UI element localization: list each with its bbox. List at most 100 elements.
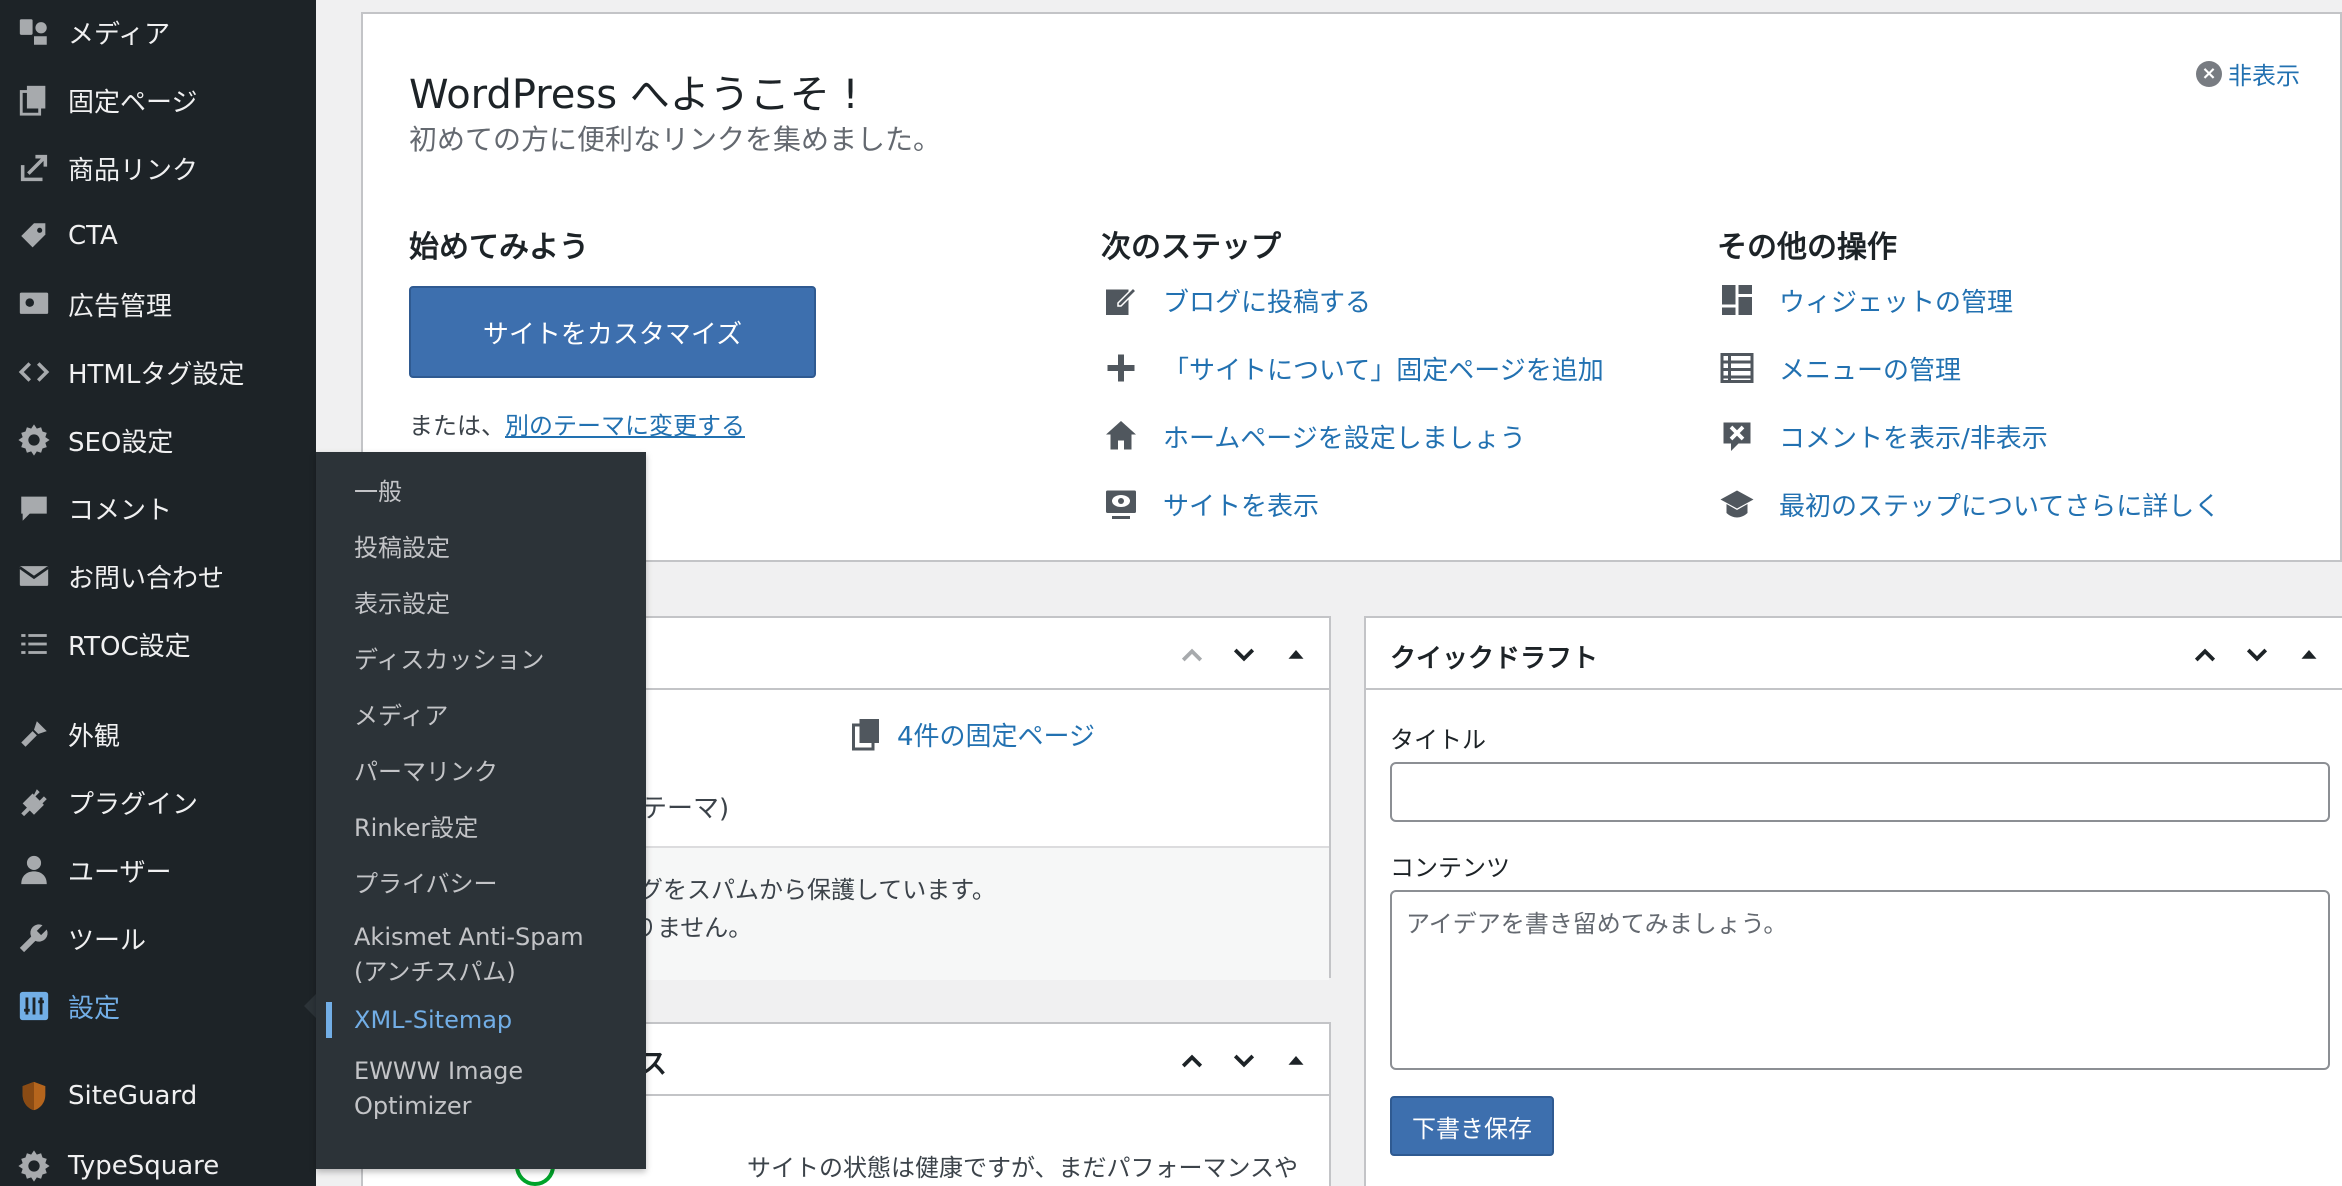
wrench-icon bbox=[0, 921, 68, 955]
manage-menus-link[interactable]: メニューの管理 bbox=[1717, 348, 1961, 388]
handle-buttons bbox=[1173, 636, 1315, 674]
learn-more-link[interactable]: 最初のステップについてさらに詳しく bbox=[1717, 484, 2220, 524]
dismiss-label: 非表示 bbox=[2228, 62, 2300, 90]
site-health-text: サイトの状態は健康ですが、まだパフォーマンスや bbox=[747, 1154, 1299, 1182]
add-about-page-link[interactable]: 「サイトについて」固定ページを追加 bbox=[1101, 348, 1604, 388]
draft-content-label: コンテンツ bbox=[1390, 854, 1510, 882]
mail-icon bbox=[0, 559, 68, 593]
toggle-panel-icon[interactable] bbox=[1277, 1042, 1315, 1080]
akismet-line-1: ログをスパムから保護しています。 bbox=[615, 876, 996, 904]
submenu-item-media[interactable]: メディア bbox=[316, 698, 646, 734]
write-post-label: ブログに投稿する bbox=[1163, 287, 1372, 318]
sidebar-item-label: 設定 bbox=[68, 993, 121, 1024]
welcome-subtitle: 初めての方に便利なリンクを集めました。 bbox=[409, 123, 942, 156]
sidebar-item-tools[interactable]: ツール bbox=[0, 908, 316, 968]
comment-off-icon bbox=[1717, 416, 1757, 456]
comment-icon bbox=[0, 491, 68, 525]
menu-icon bbox=[1717, 348, 1757, 388]
sidebar-item-label: HTMLタグ設定 bbox=[68, 359, 245, 390]
pages-count-link[interactable]: 4件の固定ページ bbox=[847, 714, 1095, 754]
external-link-icon bbox=[0, 151, 68, 185]
submenu-item-general[interactable]: 一般 bbox=[316, 474, 646, 510]
write-post-link[interactable]: ブログに投稿する bbox=[1101, 280, 1371, 320]
sidebar-item-label: 固定ページ bbox=[68, 87, 198, 118]
sidebar-item-users[interactable]: ユーザー bbox=[0, 840, 316, 900]
submenu-item-writing[interactable]: 投稿設定 bbox=[316, 530, 646, 566]
draft-content-textarea[interactable] bbox=[1390, 890, 2330, 1070]
submenu-item-akismet[interactable]: Akismet Anti-Spam (アンチスパム) bbox=[316, 916, 616, 994]
submenu-item-xml-sitemap[interactable]: XML-Sitemap bbox=[326, 1002, 646, 1038]
submenu-item-reading[interactable]: 表示設定 bbox=[316, 586, 646, 622]
move-up-icon[interactable] bbox=[1173, 636, 1211, 674]
media-icon bbox=[0, 15, 68, 49]
submenu-item-privacy[interactable]: プライバシー bbox=[316, 866, 646, 902]
gear-icon bbox=[0, 1149, 68, 1183]
set-homepage-link[interactable]: ホームページを設定しましょう bbox=[1101, 416, 1526, 456]
sidebar-item-label: ツール bbox=[68, 925, 147, 956]
close-icon: × bbox=[2196, 60, 2222, 87]
postbox-header: クイックドラフト bbox=[1366, 618, 2342, 690]
sidebar-item-label: 外観 bbox=[68, 721, 121, 752]
sidebar-item-rtoc[interactable]: RTOC設定 bbox=[0, 614, 316, 674]
view-site-link[interactable]: サイトを表示 bbox=[1101, 484, 1319, 524]
next-steps-heading: 次のステップ bbox=[1101, 230, 1281, 265]
submenu-item-permalinks[interactable]: パーマリンク bbox=[316, 754, 646, 790]
manage-widgets-link[interactable]: ウィジェットの管理 bbox=[1717, 280, 2013, 320]
submenu-item-rinker[interactable]: Rinker設定 bbox=[316, 810, 646, 846]
sidebar-item-pages[interactable]: 固定ページ bbox=[0, 70, 316, 130]
sidebar-item-label: RTOC設定 bbox=[68, 631, 191, 662]
list-icon bbox=[0, 627, 68, 661]
sidebar-item-label: 広告管理 bbox=[68, 291, 173, 322]
sidebar-item-plugins[interactable]: プラグイン bbox=[0, 772, 316, 832]
get-started-heading: 始めてみよう bbox=[409, 230, 589, 265]
sidebar-item-label: お問い合わせ bbox=[68, 563, 225, 594]
sidebar-item-label: プラグイン bbox=[68, 789, 199, 820]
sidebar-item-settings[interactable]: 設定 bbox=[0, 976, 316, 1036]
ad-icon bbox=[0, 287, 68, 321]
sidebar-item-label: メディア bbox=[68, 19, 171, 50]
sidebar-item-label: SiteGuard bbox=[68, 1081, 198, 1111]
move-down-icon[interactable] bbox=[2238, 636, 2276, 674]
manage-menus-label: メニューの管理 bbox=[1779, 355, 1962, 386]
sidebar-item-cta[interactable]: CTA bbox=[0, 206, 316, 266]
more-actions-heading: その他の操作 bbox=[1717, 230, 1897, 265]
home-icon bbox=[1101, 416, 1141, 456]
edit-icon bbox=[1101, 280, 1141, 320]
toggle-panel-icon[interactable] bbox=[2290, 636, 2328, 674]
or-prefix: または、 bbox=[409, 412, 505, 440]
sidebar-item-typesquare[interactable]: TypeSquare bbox=[0, 1136, 316, 1186]
move-up-icon[interactable] bbox=[1173, 1042, 1211, 1080]
submenu-item-ewww[interactable]: EWWW Image Optimizer bbox=[316, 1050, 566, 1128]
save-draft-button[interactable]: 下書き保存 bbox=[1390, 1096, 1554, 1156]
welcome-title: WordPress へようこそ ! bbox=[409, 72, 859, 118]
quick-draft-title: クイックドラフト bbox=[1390, 644, 1599, 674]
quick-draft-box: クイックドラフト タイトル コンテンツ 下書き保存 bbox=[1364, 616, 2342, 1186]
sidebar-item-comments[interactable]: コメント bbox=[0, 478, 316, 538]
sidebar-item-media[interactable]: メディア bbox=[0, 2, 316, 62]
gear-icon bbox=[0, 423, 68, 457]
sidebar-item-contact[interactable]: お問い合わせ bbox=[0, 546, 316, 606]
add-about-page-label: 「サイトについて」固定ページを追加 bbox=[1163, 355, 1604, 386]
draft-title-input[interactable] bbox=[1390, 762, 2330, 822]
sidebar-item-html-tags[interactable]: HTMLタグ設定 bbox=[0, 342, 316, 402]
sidebar-item-seo[interactable]: SEO設定 bbox=[0, 410, 316, 470]
toggle-comments-link[interactable]: コメントを表示/非表示 bbox=[1717, 416, 2048, 456]
sidebar-item-label: CTA bbox=[68, 221, 118, 251]
sidebar-item-appearance[interactable]: 外観 bbox=[0, 704, 316, 764]
customize-site-button[interactable]: サイトをカスタマイズ bbox=[409, 286, 816, 378]
move-up-icon[interactable] bbox=[2186, 636, 2224, 674]
change-theme-link[interactable]: 別のテーマに変更する bbox=[505, 412, 745, 440]
sidebar-item-product-links[interactable]: 商品リンク bbox=[0, 138, 316, 198]
sidebar-item-ads[interactable]: 広告管理 bbox=[0, 274, 316, 334]
view-site-label: サイトを表示 bbox=[1163, 491, 1320, 522]
settings-icon bbox=[0, 989, 68, 1023]
move-down-icon[interactable] bbox=[1225, 636, 1263, 674]
dismiss-link[interactable]: × 非表示 bbox=[2196, 56, 2300, 91]
move-down-icon[interactable] bbox=[1225, 1042, 1263, 1080]
sidebar-item-label: コメント bbox=[68, 495, 173, 526]
toggle-panel-icon[interactable] bbox=[1277, 636, 1315, 674]
submenu-item-discussion[interactable]: ディスカッション bbox=[316, 642, 646, 678]
sidebar-item-siteguard[interactable]: SiteGuard bbox=[0, 1066, 316, 1126]
draft-title-label: タイトル bbox=[1390, 726, 1486, 754]
plus-icon bbox=[1101, 348, 1141, 388]
